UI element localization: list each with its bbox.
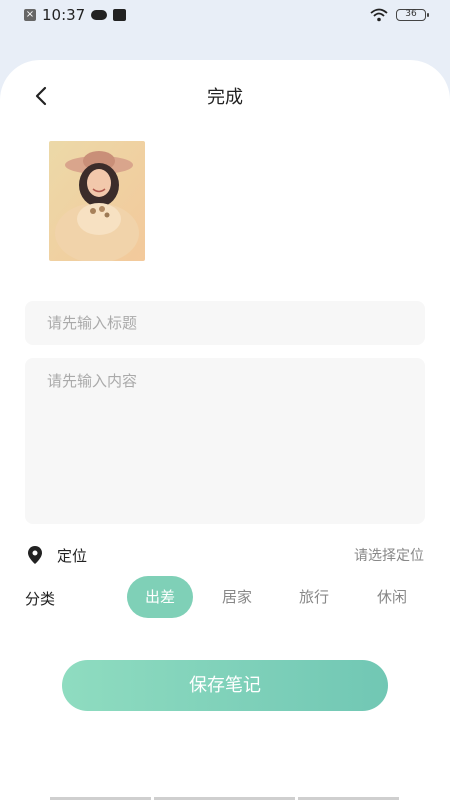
battery-icon: 36 [396,9,429,21]
category-option-business-trip[interactable]: 出差 [127,576,193,618]
mail-icon [113,9,127,21]
content-textarea[interactable] [25,358,425,524]
status-bar: × 10:37 36 [0,0,450,30]
battery-level: 36 [405,9,417,19]
location-pin-icon [28,546,42,564]
cloud-icon [91,10,108,20]
page-title[interactable]: 完成 [0,83,450,109]
category-option-travel[interactable]: 旅行 [281,576,347,618]
notification-close-icon: × [24,9,36,21]
save-note-button[interactable]: 保存笔记 [62,660,388,711]
selected-photo[interactable] [49,141,145,261]
status-time: 10:37 [42,6,86,24]
location-label: 定位 [57,547,88,565]
wifi-icon [370,8,388,22]
category-option-home[interactable]: 居家 [204,576,270,618]
category-option-leisure[interactable]: 休闲 [359,576,425,618]
title-input[interactable] [25,301,425,345]
status-left: × 10:37 [24,6,127,24]
category-label: 分类 [25,590,56,608]
select-location-link[interactable]: 请选择定位 [354,545,424,565]
status-right: 36 [370,8,429,22]
